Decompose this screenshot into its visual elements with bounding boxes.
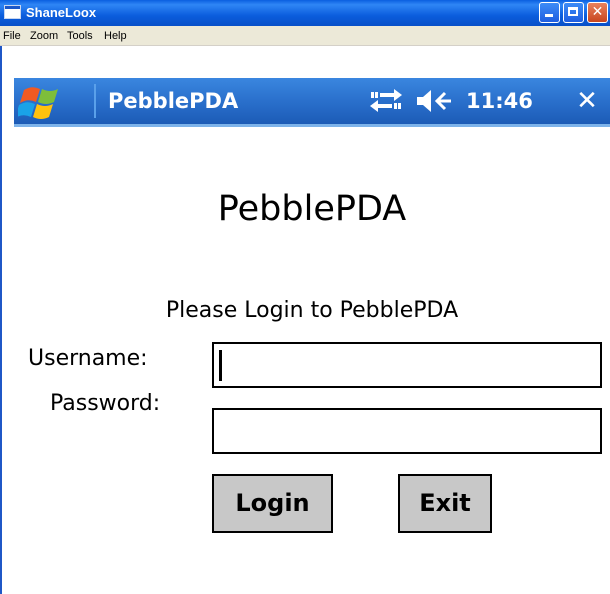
menu-tools[interactable]: Tools bbox=[67, 29, 93, 43]
menu-help[interactable]: Help bbox=[104, 29, 127, 43]
password-input[interactable] bbox=[212, 408, 602, 454]
device-screen-top bbox=[0, 46, 610, 78]
maximize-icon bbox=[568, 7, 578, 16]
menu-zoom[interactable]: Zoom bbox=[30, 29, 58, 43]
windows-flag-icon[interactable] bbox=[18, 82, 68, 122]
maximize-button[interactable] bbox=[563, 2, 584, 23]
window-title: ShaneLoox bbox=[26, 5, 97, 20]
menu-file[interactable]: File bbox=[3, 29, 21, 43]
username-input[interactable] bbox=[212, 342, 602, 388]
taskbar-close-button[interactable]: ✕ bbox=[572, 86, 602, 116]
app-heading: PebblePDA bbox=[217, 189, 407, 229]
login-button[interactable]: Login bbox=[212, 474, 333, 533]
taskbar-separator bbox=[94, 84, 96, 118]
connectivity-icon[interactable] bbox=[366, 88, 406, 114]
window-close-icon: ✕ bbox=[591, 4, 604, 20]
taskbar-clock[interactable]: 11:46 bbox=[466, 88, 533, 114]
window-app-icon bbox=[4, 5, 21, 19]
taskbar-app-title: PebblePDA bbox=[108, 89, 239, 113]
menu-bar: File Zoom Tools Help bbox=[0, 26, 610, 46]
volume-icon[interactable] bbox=[415, 88, 455, 114]
text-caret bbox=[219, 350, 222, 381]
minimize-button[interactable] bbox=[539, 2, 560, 23]
device-taskbar: PebblePDA 11:46 ✕ bbox=[14, 78, 610, 124]
exit-button[interactable]: Exit bbox=[398, 474, 492, 533]
minimize-icon bbox=[545, 14, 553, 17]
password-label: Password: bbox=[50, 391, 161, 416]
taskbar-divider bbox=[14, 124, 610, 127]
login-prompt: Please Login to PebblePDA bbox=[165, 298, 459, 323]
window-titlebar[interactable]: ShaneLoox ✕ bbox=[0, 0, 610, 26]
device-screen-edge bbox=[0, 46, 14, 594]
username-label: Username: bbox=[28, 346, 148, 371]
window-close-button[interactable]: ✕ bbox=[587, 2, 608, 23]
